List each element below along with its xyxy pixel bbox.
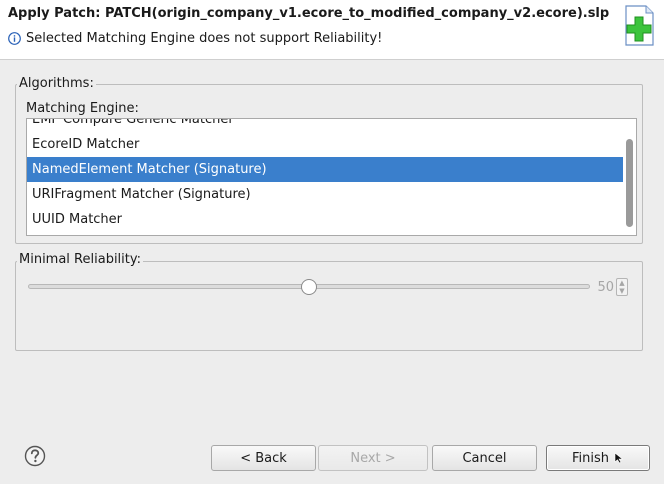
matching-engine-list[interactable]: EMF Compare Generic Matcher EcoreID Matc…: [26, 118, 637, 236]
cancel-button[interactable]: Cancel: [432, 445, 537, 471]
wizard-message: Selected Matching Engine does not suppor…: [8, 31, 382, 46]
list-item[interactable]: URIFragment Matcher (Signature): [27, 182, 625, 207]
reliability-slider-thumb[interactable]: [301, 279, 317, 295]
spinner-down-icon[interactable]: ▼: [619, 287, 624, 295]
next-button[interactable]: Next >: [318, 445, 428, 471]
back-button[interactable]: < Back: [211, 445, 316, 471]
reliability-group: [15, 261, 643, 351]
algorithms-group-label: Algorithms:: [17, 76, 96, 91]
list-item[interactable]: EcoreID Matcher: [27, 132, 625, 157]
help-icon[interactable]: [24, 445, 46, 467]
spinner-up-icon[interactable]: ▲: [619, 279, 624, 287]
mouse-cursor-icon: [614, 452, 624, 464]
wizard-message-text: Selected Matching Engine does not suppor…: [26, 31, 383, 46]
scrollbar-thumb[interactable]: [626, 139, 633, 227]
reliability-value[interactable]: 50: [596, 280, 616, 295]
finish-button[interactable]: Finish: [546, 445, 650, 471]
matching-engine-label: Matching Engine:: [26, 101, 139, 116]
reliability-group-label: Minimal Reliability:: [17, 252, 144, 267]
spinner-buttons[interactable]: ▲ ▼: [616, 278, 628, 296]
add-file-banner-icon: [625, 5, 654, 46]
wizard-title: Apply Patch: PATCH(origin_company_v1.eco…: [8, 6, 610, 21]
reliability-spinner[interactable]: 50 ▲ ▼: [596, 277, 633, 297]
wizard-header: Apply Patch: PATCH(origin_company_v1.eco…: [0, 0, 664, 60]
list-item[interactable]: UUID Matcher: [27, 207, 625, 232]
list-scrollbar[interactable]: [623, 119, 636, 235]
list-item[interactable]: EMF Compare Generic Matcher: [27, 119, 625, 132]
finish-button-label: Finish: [571, 450, 609, 466]
info-icon: [8, 32, 21, 45]
list-item-selected[interactable]: NamedElement Matcher (Signature): [27, 157, 625, 182]
